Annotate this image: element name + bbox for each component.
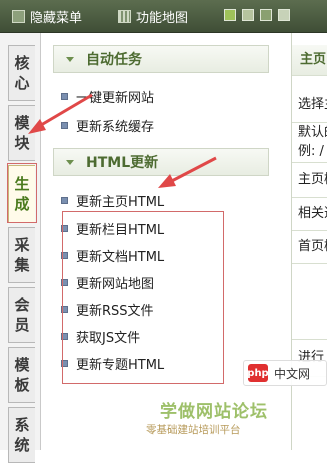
watermark-title: 学做网站论坛 [160,402,268,422]
site-badge: php 中文网 [243,360,327,386]
badge-text: 中文网 [274,366,311,381]
arrow-to-update-home [165,156,217,186]
arrow-head [158,174,176,188]
arrow-to-generate-tab [35,93,93,130]
php-logo: php [247,364,269,382]
arrow-head [28,119,46,134]
watermark-subtitle: 零基础建站培训平台 [146,424,241,436]
